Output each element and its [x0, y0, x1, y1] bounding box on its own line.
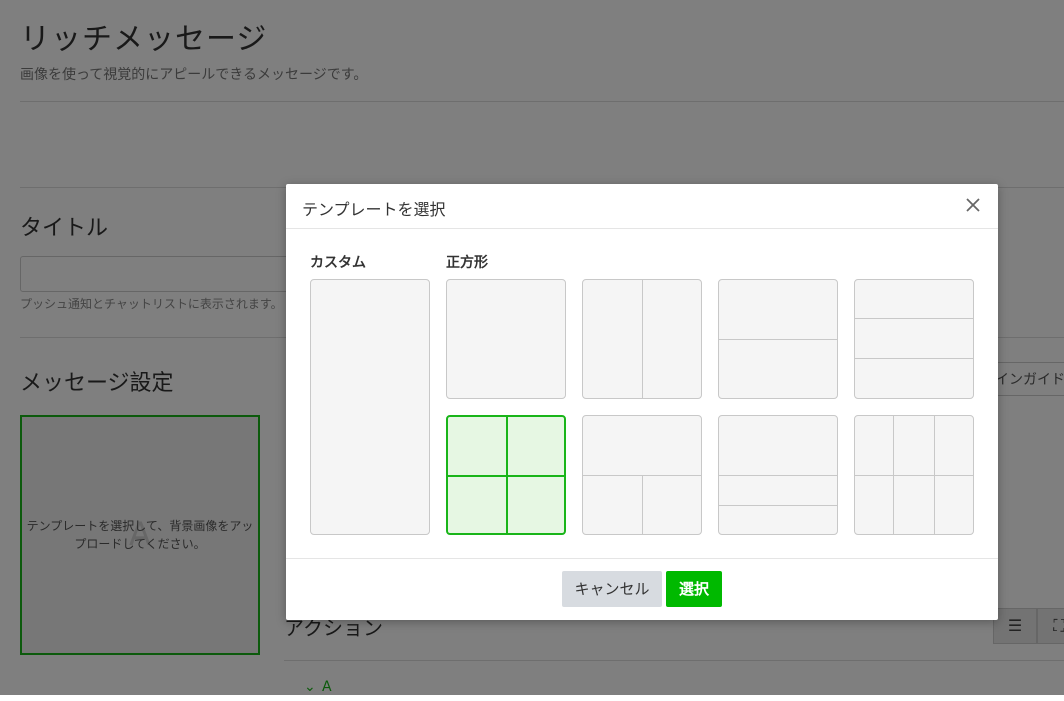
template-6-grid[interactable] [854, 415, 974, 535]
modal-footer: キャンセル 選択 [286, 558, 998, 620]
template-top-and-2-bottom[interactable] [582, 415, 702, 535]
template-3-rows[interactable] [854, 279, 974, 399]
template-select-dialog: テンプレートを選択 カスタム 正方形 キャンセル 選択 [286, 184, 998, 620]
modal-header: テンプレートを選択 [286, 184, 998, 229]
template-1-area[interactable] [446, 279, 566, 399]
close-icon [966, 198, 980, 212]
template-2-vertical-split[interactable] [582, 279, 702, 399]
square-label: 正方形 [446, 255, 488, 271]
template-custom[interactable] [310, 279, 430, 535]
cancel-button[interactable]: キャンセル [562, 571, 662, 607]
template-4-grid[interactable] [446, 415, 566, 535]
close-button[interactable] [962, 194, 984, 216]
select-button[interactable]: 選択 [666, 571, 722, 607]
template-2-horizontal-split[interactable] [718, 279, 838, 399]
template-top-and-2-rows[interactable] [718, 415, 838, 535]
modal-title: テンプレートを選択 [302, 200, 446, 219]
custom-label: カスタム [310, 255, 366, 271]
